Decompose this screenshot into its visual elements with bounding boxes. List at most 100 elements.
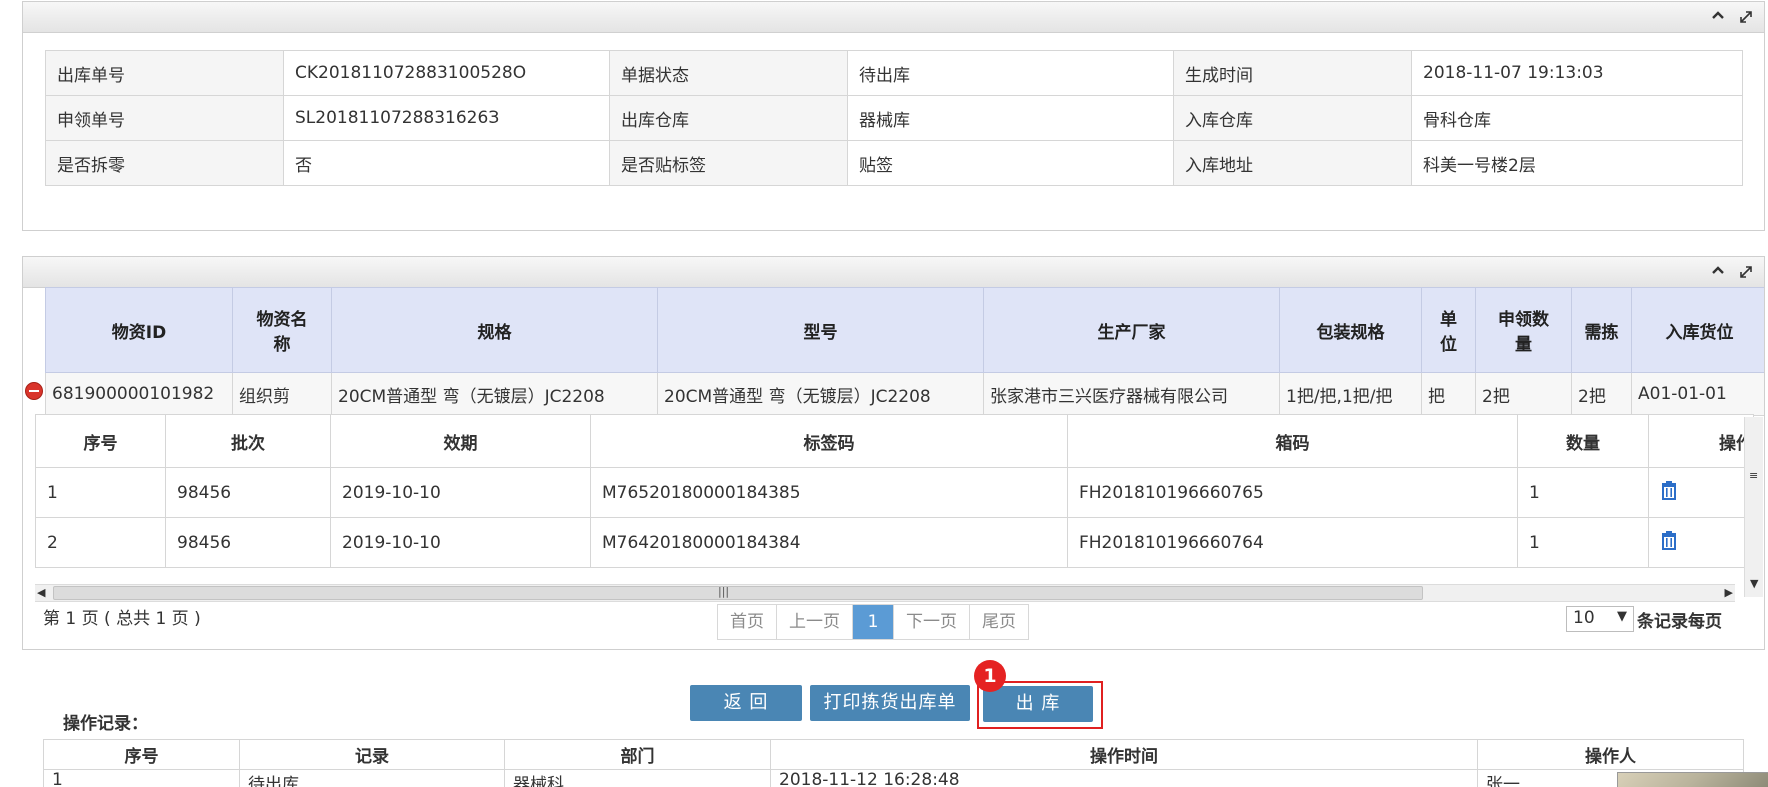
detail-header-row: 序号 批次 效期 标签码 箱码 数量 操作	[35, 414, 1754, 468]
info-row: 申领单号 SL2018110728831626З 出库仓库 器械库 入库仓库 骨…	[45, 95, 1743, 141]
back-button[interactable]: 返 回	[690, 685, 802, 721]
page-size-suffix: 条记录每页	[1637, 612, 1722, 632]
col-request-qty[interactable]: 申领数量	[1475, 287, 1572, 373]
col-unit-label: 单位	[1440, 310, 1457, 355]
seq-cell: 2	[35, 517, 166, 568]
trash-icon[interactable]	[1660, 481, 1678, 505]
col-pick-qty[interactable]: 需拣	[1571, 287, 1632, 373]
box-code-cell: FH201810196660764	[1067, 517, 1518, 568]
col-location[interactable]: 入库货位	[1631, 287, 1764, 373]
unit-cell: 把	[1421, 372, 1476, 416]
collapse-icon[interactable]	[1708, 263, 1728, 281]
print-pick-list-button[interactable]: 打印拣货出库单	[810, 685, 970, 721]
material-name-cell: 组织剪	[232, 372, 332, 416]
scroll-down-icon[interactable]: ▼	[1750, 577, 1758, 590]
first-page-link[interactable]: 首页	[718, 605, 777, 639]
operation-cell	[1648, 467, 1754, 518]
box-code-cell: FH201810196660765	[1067, 467, 1518, 518]
horizontal-scrollbar[interactable]: ◀ ||| ▶	[35, 584, 1735, 602]
info-row: 出库单号 CK201811072883100528O 单据状态 待出库 生成时间…	[45, 50, 1743, 96]
vertical-scrollbar[interactable]: ≡ ▼	[1744, 417, 1763, 597]
col-log-dept: 部门	[504, 739, 771, 770]
doc-status-label: 单据状态	[609, 50, 848, 96]
order-info-panel-header	[23, 2, 1764, 33]
materials-panel-header	[23, 257, 1764, 288]
materials-header-row: 物资ID 物资名称 规格 型号 生产厂家 包装规格 单位 申领数量 需拣 入库货…	[45, 287, 1764, 373]
in-warehouse-label: 入库仓库	[1173, 95, 1412, 141]
current-page[interactable]: 1	[853, 605, 894, 639]
page-summary: 第 1 页 ( 总共 1 页 )	[43, 609, 201, 629]
log-header-row: 序号 记录 部门 操作时间 操作人	[43, 739, 1744, 770]
labeling-value: 贴签	[847, 140, 1174, 186]
col-request-qty-label: 申领数量	[1498, 310, 1549, 355]
location-cell: A01-01-01	[1631, 372, 1764, 416]
material-id-cell: 681900000101982	[45, 372, 233, 416]
scroll-right-icon[interactable]: ▶	[1725, 586, 1733, 599]
collapse-icon[interactable]	[1708, 8, 1728, 26]
materials-table: 物资ID 物资名称 规格 型号 生产厂家 包装规格 单位 申领数量 需拣 入库货…	[45, 287, 1764, 416]
table-row: 1 98456 2019-10-10 M76520180000184385 FH…	[35, 467, 1754, 518]
col-material-name[interactable]: 物资名称	[232, 287, 332, 373]
col-model[interactable]: 型号	[657, 287, 984, 373]
batch-cell: 98456	[165, 517, 331, 568]
info-row: 是否拆零 否 是否贴标签 贴签 入库地址 科美一号楼2层	[45, 140, 1743, 186]
col-material-id[interactable]: 物资ID	[45, 287, 233, 373]
in-warehouse-value: 骨科仓库	[1411, 95, 1743, 141]
trash-icon[interactable]	[1660, 531, 1678, 555]
next-page-link[interactable]: 下一页	[894, 605, 970, 639]
spec-cell: 20CM普通型 弯（无镀层）JC2208	[331, 372, 658, 416]
expand-icon[interactable]	[1736, 8, 1756, 26]
prev-page-link[interactable]: 上一页	[777, 605, 853, 639]
materials-panel: 物资ID 物资名称 规格 型号 生产厂家 包装规格 单位 申领数量 需拣 入库货…	[22, 256, 1765, 650]
col-package-spec[interactable]: 包装规格	[1279, 287, 1422, 373]
col-pick-qty-label: 需拣	[1584, 322, 1619, 343]
col-spec[interactable]: 规格	[331, 287, 658, 373]
col-operation: 操作	[1648, 414, 1754, 468]
scroll-thumb[interactable]: |||	[53, 585, 1423, 600]
labeling-label: 是否贴标签	[609, 140, 848, 186]
outbound-button[interactable]: 出 库	[983, 686, 1093, 722]
quantity-cell: 1	[1517, 467, 1649, 518]
step-badge: 1	[974, 660, 1006, 692]
last-page-link[interactable]: 尾页	[970, 605, 1028, 639]
col-log-seq: 序号	[43, 739, 240, 770]
expiry-cell: 2019-10-10	[330, 467, 591, 518]
scroll-left-icon[interactable]: ◀	[37, 586, 45, 599]
label-code-cell: M76520180000184385	[590, 467, 1068, 518]
request-no-value: SL2018110728831626З	[283, 95, 610, 141]
log-title: 操作记录：	[63, 714, 148, 734]
created-time-label: 生成时间	[1173, 50, 1412, 96]
request-qty-cell: 2把	[1475, 372, 1572, 416]
remove-row-icon[interactable]	[25, 382, 43, 400]
scroll-handle-icon: ≡	[1749, 469, 1759, 482]
request-no-label: 申领单号	[45, 95, 284, 141]
expand-icon[interactable]	[1736, 263, 1756, 281]
package-spec-cell: 1把/把,1把/把	[1279, 372, 1422, 416]
page-size-select[interactable]: 10 ▼	[1566, 606, 1634, 632]
col-log-time: 操作时间	[770, 739, 1478, 770]
expiry-cell: 2019-10-10	[330, 517, 591, 568]
log-time-cell: 2018-11-12 16:28:48	[770, 769, 1478, 787]
chevron-down-icon: ▼	[1617, 609, 1627, 624]
table-row: 2 98456 2019-10-10 M76420180000184384 FH…	[35, 517, 1754, 568]
log-record-cell: 待出库	[239, 769, 505, 787]
in-address-value: 科美一号楼2层	[1411, 140, 1743, 186]
col-log-record: 记录	[239, 739, 505, 770]
col-unit[interactable]: 单位	[1421, 287, 1476, 373]
col-manufacturer[interactable]: 生产厂家	[983, 287, 1280, 373]
corner-thumbnail-image	[1617, 772, 1768, 787]
log-dept-cell: 器械科	[504, 769, 771, 787]
page-root: 出库单号 CK201811072883100528O 单据状态 待出库 生成时间…	[0, 0, 1768, 787]
table-row[interactable]: 681900000101982 组织剪 20CM普通型 弯（无镀层）JC2208…	[45, 372, 1764, 416]
batch-cell: 98456	[165, 467, 331, 518]
created-time-value: 2018-11-07 19:13:03	[1411, 50, 1743, 96]
order-no-value: CK201811072883100528O	[283, 50, 610, 96]
in-address-label: 入库地址	[1173, 140, 1412, 186]
seq-cell: 1	[35, 467, 166, 518]
model-cell: 20CM普通型 弯（无镀层）JC2208	[657, 372, 984, 416]
log-seq-cell: 1	[43, 769, 240, 787]
label-code-cell: M76420180000184384	[590, 517, 1068, 568]
operation-cell	[1648, 517, 1754, 568]
manufacturer-cell: 张家港市三兴医疗器械有限公司	[983, 372, 1280, 416]
table-row: 1 待出库 器械科 2018-11-12 16:28:48 张一	[43, 769, 1744, 787]
